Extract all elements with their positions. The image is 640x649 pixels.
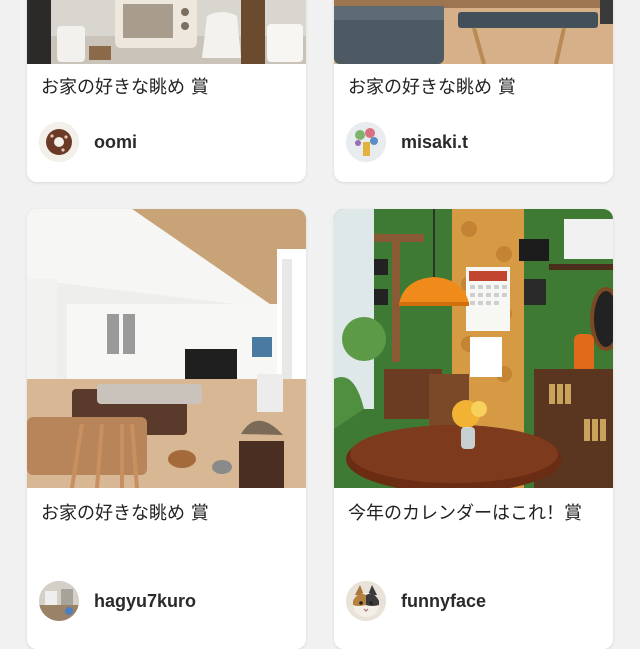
open-living-room-photo[interactable] <box>27 209 306 488</box>
living-room-sofa-photo[interactable] <box>334 0 613 64</box>
user-row[interactable]: oomi <box>39 122 137 162</box>
card-title[interactable]: お家の好きな眺め 賞 <box>41 497 294 530</box>
room-avatar[interactable] <box>39 581 79 621</box>
username[interactable]: oomi <box>94 132 137 153</box>
user-row[interactable]: hagyu7kuro <box>39 581 196 621</box>
post-card[interactable]: お家の好きな眺め 賞 oomi <box>27 0 306 182</box>
retro-dining-room-photo[interactable] <box>334 209 613 488</box>
user-row[interactable]: funnyface <box>346 581 486 621</box>
post-card[interactable]: 今年のカレンダーはこれ！賞 funnyface <box>334 209 613 649</box>
username[interactable]: funnyface <box>401 591 486 612</box>
post-card[interactable]: お家の好きな眺め 賞 hagyu7kuro <box>27 209 306 649</box>
username[interactable]: hagyu7kuro <box>94 591 196 612</box>
cat-avatar[interactable] <box>346 581 386 621</box>
donut-avatar[interactable] <box>39 122 79 162</box>
post-card[interactable]: お家の好きな眺め 賞 misaki.t <box>334 0 613 182</box>
card-title[interactable]: お家の好きな眺め 賞 <box>41 71 294 104</box>
username[interactable]: misaki.t <box>401 132 468 153</box>
card-title[interactable]: お家の好きな眺め 賞 <box>348 71 601 104</box>
card-title[interactable]: 今年のカレンダーはこれ！賞 <box>348 497 601 530</box>
flowers-avatar[interactable] <box>346 122 386 162</box>
kitchen-appliances-photo[interactable] <box>27 0 306 64</box>
user-row[interactable]: misaki.t <box>346 122 468 162</box>
